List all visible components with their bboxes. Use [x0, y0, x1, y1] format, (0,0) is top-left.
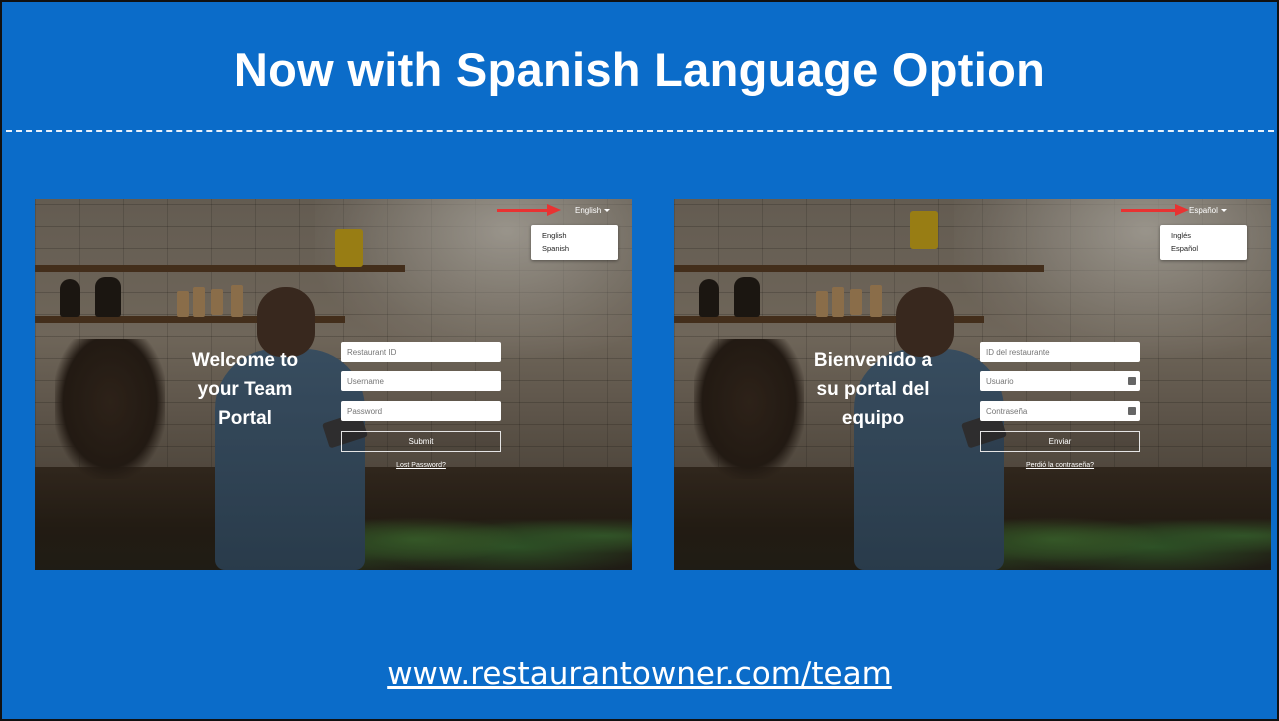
language-toggle-label: English — [575, 206, 602, 215]
language-option-spanish[interactable]: Spanish — [542, 242, 618, 255]
language-toggle-label: Español — [1189, 206, 1218, 215]
red-arrow-head-icon — [547, 204, 561, 216]
username-input[interactable] — [341, 371, 501, 391]
slide-title: Now with Spanish Language Option — [233, 43, 1046, 96]
restaurant-id-input[interactable] — [980, 342, 1140, 362]
language-dropdown-toggle[interactable]: English — [575, 206, 611, 215]
lost-password-link[interactable]: Lost Password? — [341, 462, 501, 469]
language-dropdown-toggle[interactable]: Español — [1189, 206, 1227, 215]
language-option-english[interactable]: English — [542, 229, 618, 242]
language-menu: English Spanish — [531, 225, 618, 260]
restaurant-id-input[interactable] — [341, 342, 501, 362]
red-arrow-icon — [1121, 209, 1177, 212]
red-arrow-head-icon — [1175, 204, 1189, 216]
language-menu: Inglés Español — [1160, 225, 1247, 260]
submit-button[interactable]: Enviar — [980, 431, 1140, 452]
red-arrow-icon — [497, 209, 549, 212]
password-input[interactable] — [980, 401, 1140, 421]
welcome-heading: Bienvenido a su portal del equipo — [813, 350, 933, 429]
username-input[interactable] — [980, 371, 1140, 391]
welcome-heading: Welcome to your Team Portal — [191, 350, 299, 429]
dropdown-caret-icon — [1220, 209, 1227, 213]
dropdown-caret-icon — [604, 209, 611, 213]
language-option-ingles[interactable]: Inglés — [1171, 229, 1247, 242]
password-manager-icon[interactable] — [1128, 407, 1136, 415]
submit-button[interactable]: Submit — [341, 431, 501, 452]
footer-url-link[interactable]: www.restaurantowner.com/team — [0, 656, 1279, 692]
english-login-screenshot: English English Spanish Welcome to your … — [35, 199, 632, 570]
dashed-divider — [6, 130, 1274, 132]
spanish-login-screenshot: Español Inglés Español Bienvenido a su p… — [674, 199, 1271, 570]
language-option-espanol[interactable]: Español — [1171, 242, 1247, 255]
password-manager-icon[interactable] — [1128, 377, 1136, 385]
password-input[interactable] — [341, 401, 501, 421]
lost-password-link[interactable]: Perdió la contraseña? — [980, 462, 1140, 469]
